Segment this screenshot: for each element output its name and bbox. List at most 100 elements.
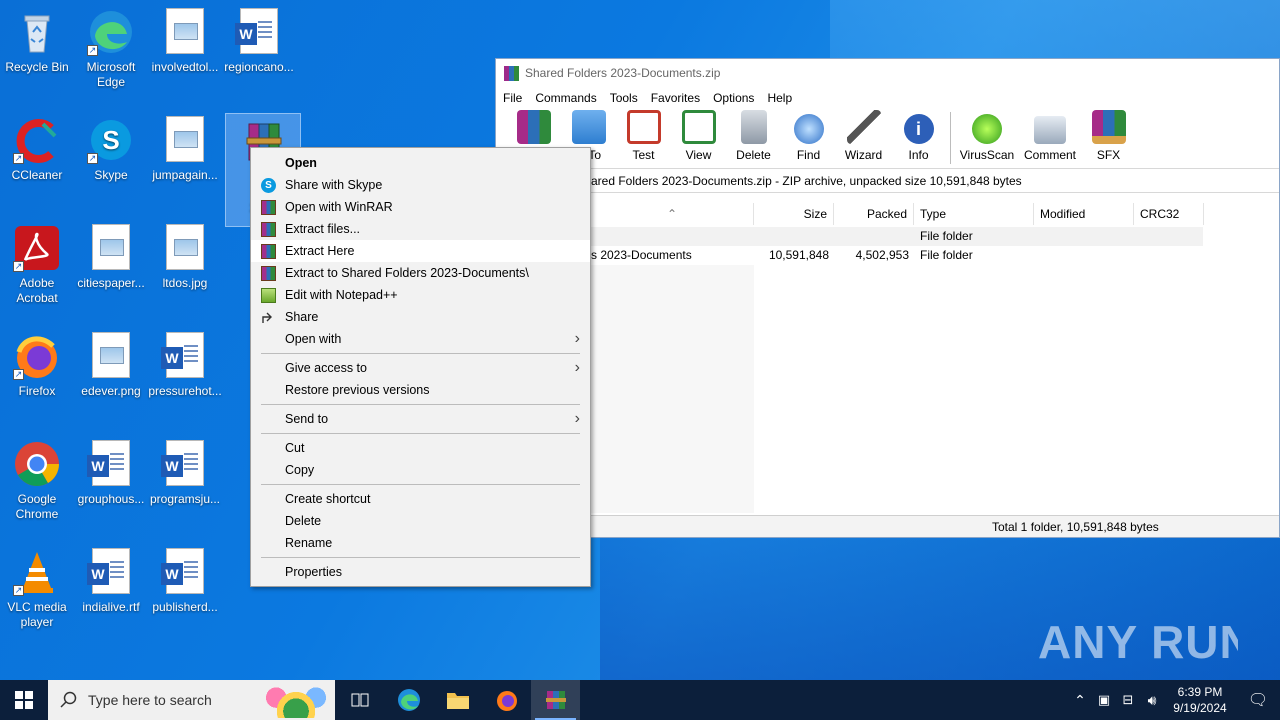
winrar-icon [261,200,276,215]
menu-file[interactable]: File [498,91,530,105]
taskbar-edge-button[interactable] [384,680,433,720]
desktop-icon-grouphous[interactable]: W grouphous... [74,436,148,507]
menu-tools[interactable]: Tools [605,91,646,105]
acrobat-icon: ↗ [13,224,61,272]
ccleaner-icon: ↗ [13,116,61,164]
desktop-icon-pressurehot[interactable]: W pressurehot... [148,328,222,399]
desktop-icon-label: citiespaper... [77,276,145,290]
desktop-icon-edever[interactable]: edever.png [74,328,148,399]
desktop-icon-google-chrome[interactable]: Google Chrome [0,436,74,522]
desktop-icon-adobe-acrobat[interactable]: ↗ Adobe Acrobat [0,220,74,306]
system-tray: ⌃ ▣ ⊟ 🔊︎ 6:39 PM 9/19/2024 🗨︎ [1068,680,1280,720]
desktop-icon-involvedtol[interactable]: involvedtol... [148,4,222,75]
desktop-icon-jumpagain[interactable]: jumpagain... [148,112,222,183]
menu-help[interactable]: Help [762,91,800,105]
menu-commands[interactable]: Commands [530,91,604,105]
menu-item-share-with-skype[interactable]: S Share with Skype [251,174,590,196]
taskbar-firefox-button[interactable] [482,680,531,720]
desktop-icon-recycle-bin[interactable]: Recycle Bin [0,4,74,75]
menu-item-extract-to-folder[interactable]: Extract to Shared Folders 2023-Documents… [251,262,590,284]
menu-item-extract-files[interactable]: Extract files... [251,218,590,240]
taskbar-file-explorer-button[interactable] [433,680,482,720]
winrar-toolbar: ct To Test View Delete Find Wizard [496,109,1279,169]
menu-item-delete[interactable]: Delete [251,510,590,532]
winrar-app-icon [504,65,519,81]
toolbar-find-button[interactable]: Find [781,114,836,168]
desktop-icon-publisherd[interactable]: W publisherd... [148,544,222,615]
column-name-header[interactable]: ⌃ [591,203,754,225]
desktop-icon-firefox[interactable]: ↗ Firefox [0,328,74,399]
desktop-icon-label: Google Chrome [15,492,59,521]
file-list-name-column-bg [591,265,754,513]
menu-item-open[interactable]: Open [251,152,590,174]
shortcut-arrow-icon: ↗ [13,153,24,164]
winrar-statusbar: Total 1 folder, 10,591,848 bytes [496,515,1279,537]
taskbar-search-box[interactable]: Type here to search [48,680,335,720]
column-header: ⌃ Size Packed Type Modified CRC32 [591,203,1204,225]
menu-item-properties[interactable]: Properties [251,561,590,583]
toolbar-sfx-button[interactable]: SFX [1081,110,1136,168]
toolbar-info-button[interactable]: i Info [891,114,946,168]
taskbar: Type here to search ⌃ ▣ ⊟ 🔊︎ 6:39 PM 9/1… [0,680,1280,720]
menu-item-extract-here[interactable]: Extract Here [251,240,590,262]
desktop-icon-ltdos[interactable]: ltdos.jpg [148,220,222,291]
start-button[interactable] [0,680,48,720]
shortcut-arrow-icon: ↗ [13,585,24,596]
context-menu: Open S Share with Skype Open with WinRAR… [250,147,591,587]
desktop-icon-ccleaner[interactable]: ↗ CCleaner [0,112,74,183]
winrar-titlebar[interactable]: Shared Folders 2023-Documents.zip [496,59,1279,87]
column-crc-header[interactable]: CRC32 [1134,203,1204,225]
column-size-header[interactable]: Size [754,203,834,225]
edge-icon [397,689,420,711]
desktop-icon-microsoft-edge[interactable]: ↗ Microsoft Edge [74,4,148,90]
column-type-header[interactable]: Type [914,203,1034,225]
column-packed-header[interactable]: Packed [834,203,914,225]
network-icon[interactable]: ⊟ [1116,692,1140,708]
menu-item-send-to[interactable]: Send to › [251,408,590,430]
taskbar-clock[interactable]: 6:39 PM 9/19/2024 [1164,684,1236,716]
menu-item-edit-with-notepad[interactable]: Edit with Notepad++ [251,284,590,306]
winrar-icon [261,266,276,281]
taskbar-winrar-button[interactable] [531,680,580,720]
menu-item-rename[interactable]: Rename [251,532,590,554]
menu-item-copy[interactable]: Copy [251,459,590,481]
menu-item-restore-previous-versions[interactable]: Restore previous versions [251,379,590,401]
menu-options[interactable]: Options [708,91,762,105]
notifications-icon[interactable]: 🗨︎ [1236,690,1280,710]
toolbar-view-button[interactable]: View [671,110,726,168]
menu-item-create-shortcut[interactable]: Create shortcut [251,488,590,510]
column-modified-header[interactable]: Modified [1034,203,1134,225]
row-packed: 4,502,953 [855,248,909,262]
menu-item-cut[interactable]: Cut [251,437,590,459]
desktop-icon-indialive[interactable]: W indialive.rtf [74,544,148,615]
desktop-icon-programsju[interactable]: W programsju... [148,436,222,507]
desktop-icon-skype[interactable]: S ↗ Skype [74,112,148,183]
table-row[interactable]: File folder [591,227,1203,246]
search-icon [60,691,77,708]
shortcut-arrow-icon: ↗ [13,369,24,380]
menu-item-give-access-to[interactable]: Give access to › [251,357,590,379]
menu-item-share[interactable]: Share [251,306,590,328]
toolbar-comment-button[interactable]: Comment [1019,116,1081,168]
virus-scan-icon [972,114,1002,144]
desktop-icon-vlc[interactable]: ↗ VLC media player [0,544,74,630]
toolbar-virusscan-button[interactable]: VirusScan [955,114,1019,168]
image-file-icon [87,224,135,272]
desktop-icon-label: ltdos.jpg [162,276,208,290]
toolbar-wizard-button[interactable]: Wizard [836,110,891,168]
menu-favorites[interactable]: Favorites [646,91,708,105]
volume-icon[interactable]: 🔊︎ [1140,692,1164,709]
toolbar-delete-button[interactable]: Delete [726,110,781,168]
task-view-button[interactable] [335,680,384,720]
share-icon [261,310,276,325]
desktop-icon-regioncano[interactable]: W regioncano... [222,4,296,75]
menu-item-open-with-winrar[interactable]: Open with WinRAR [251,196,590,218]
toolbar-test-button[interactable]: Test [616,110,671,168]
meet-now-icon[interactable]: ▣ [1092,692,1116,708]
folder-icon [446,693,469,709]
chevron-up-icon[interactable]: ⌃ [1068,692,1092,709]
table-row[interactable]: s 2023-Documents 10,591,848 4,502,953 Fi… [591,246,1203,265]
menu-item-open-with[interactable]: Open with › [251,328,590,350]
desktop-icon-citiespaper[interactable]: citiespaper... [74,220,148,291]
winrar-icon [545,691,566,709]
